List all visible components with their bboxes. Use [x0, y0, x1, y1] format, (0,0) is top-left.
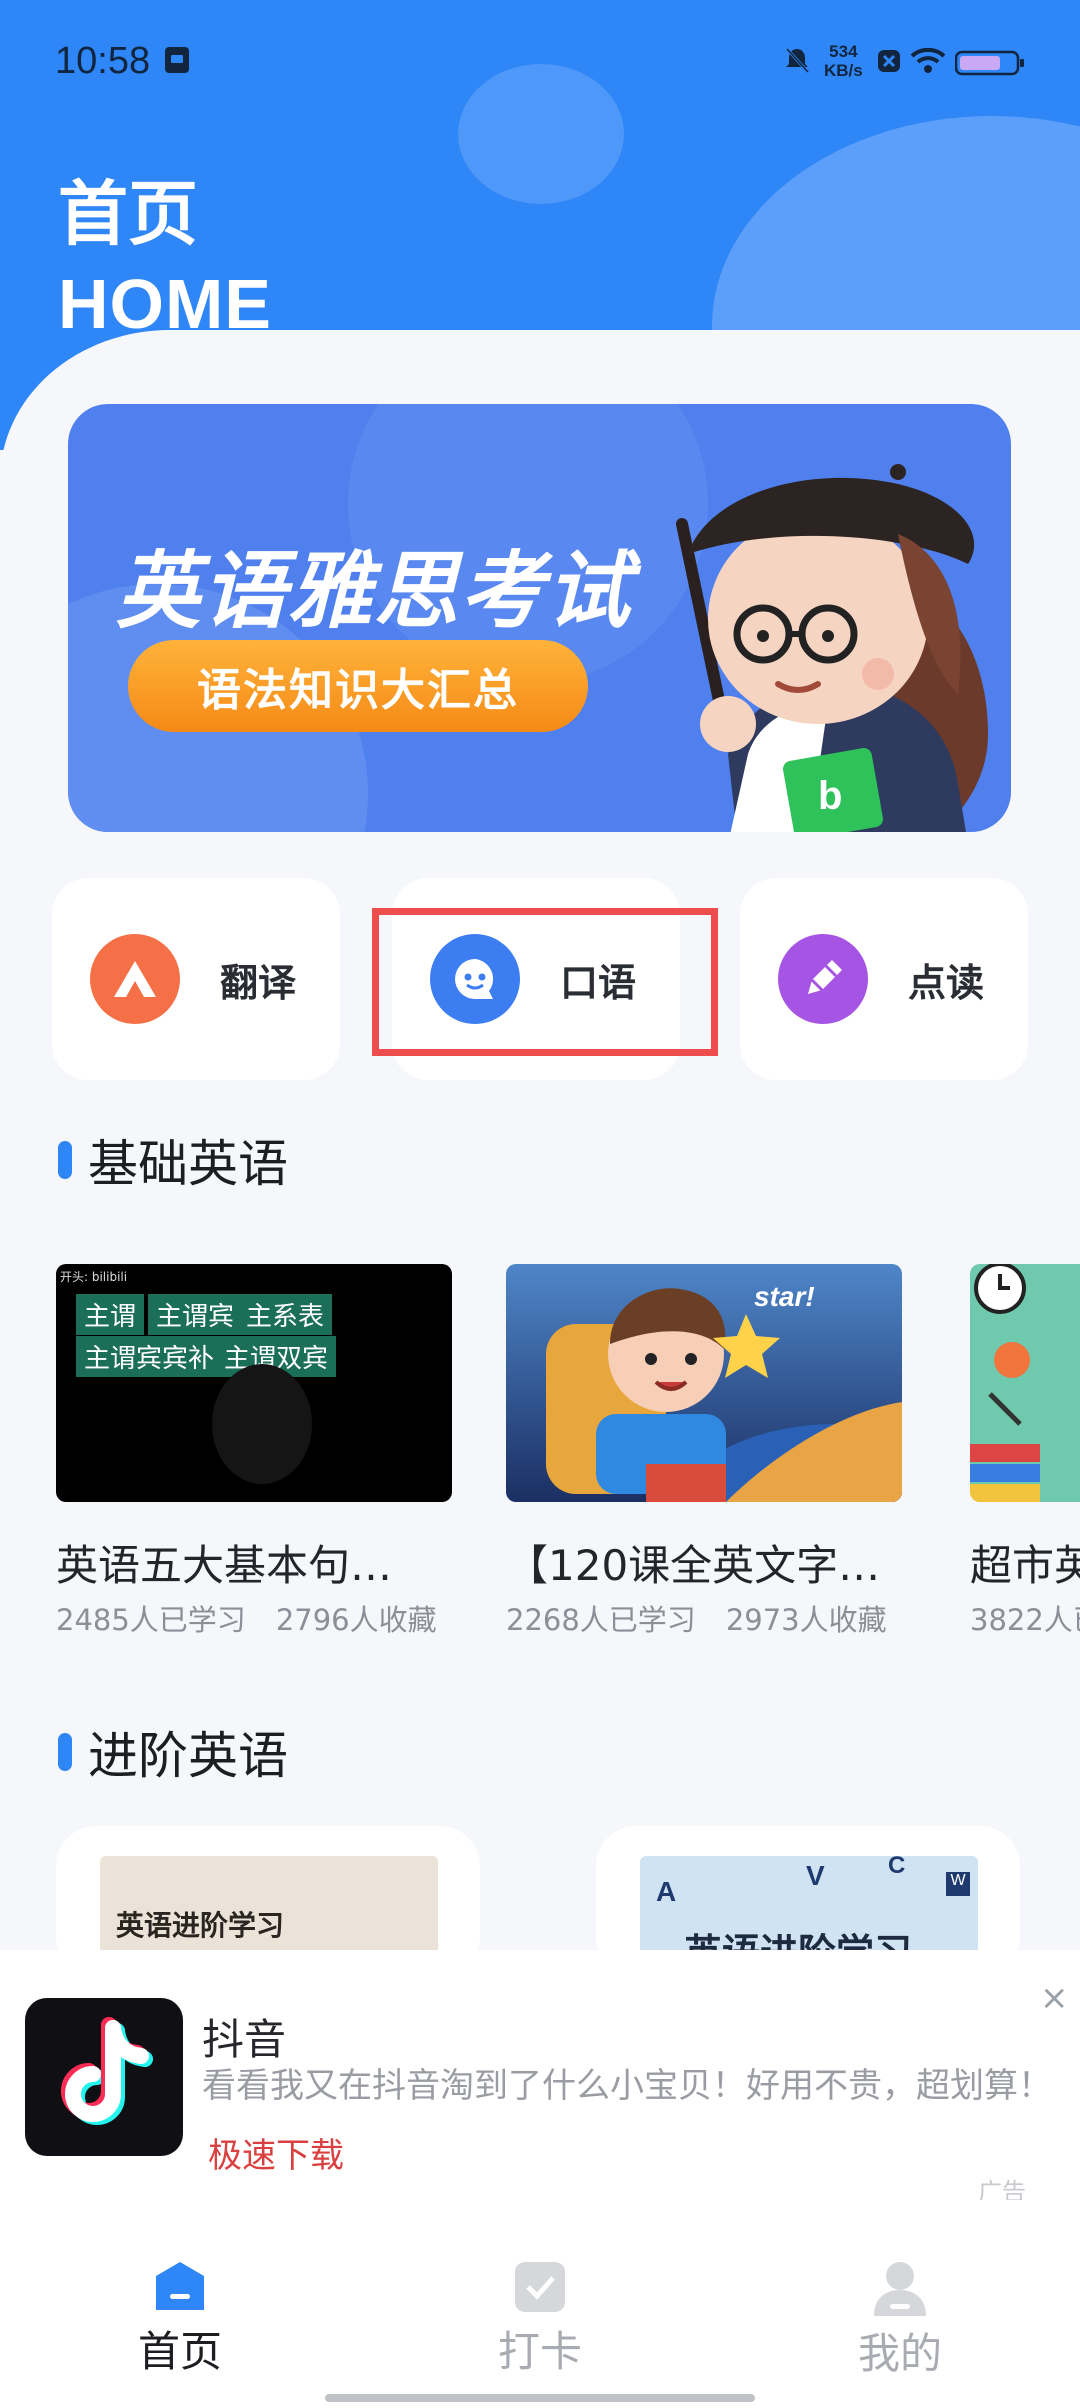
thumb-tag: 主系表 — [238, 1294, 333, 1335]
bottom-tab-bar: 首页 打卡 我的 — [0, 2200, 1080, 2408]
net-speed-value: 534 — [829, 42, 858, 61]
letter-decor: W — [946, 1872, 970, 1896]
net-speed: 534 KB/s — [824, 42, 863, 80]
banner-title: 英语雅思考试 — [116, 542, 633, 640]
translate-icon — [90, 934, 180, 1024]
quick-action-label: 翻译 — [220, 961, 297, 1005]
gesture-home-bar[interactable] — [325, 2394, 755, 2402]
course-learners: 2485人已学习 — [56, 1603, 246, 1637]
thumb-figure — [212, 1364, 312, 1484]
teacher-mascot-image: b — [676, 464, 988, 832]
section-basic-english-header: 基础英语 — [58, 1124, 288, 1196]
course-favorites: 2973人收藏 — [725, 1603, 887, 1637]
thumb-header-text: 开头: bilibili — [60, 1270, 128, 1284]
quick-action-translate[interactable]: 翻译 — [52, 878, 340, 1080]
profile-icon — [874, 2262, 926, 2316]
letter-decor: C — [888, 1856, 906, 1879]
status-time: 10:58 — [55, 40, 151, 82]
section-advanced-english-header: 进阶英语 — [58, 1716, 288, 1788]
thumb-tag: 主谓宾宾补 — [76, 1336, 223, 1377]
quick-action-label: 点读 — [908, 961, 985, 1005]
banner-button[interactable]: 语法知识大汇总 — [128, 640, 588, 732]
quick-action-read[interactable]: 点读 — [740, 878, 1028, 1080]
page-subtitle: HOME — [58, 265, 272, 343]
tab-label: 我的 — [857, 2329, 942, 2378]
course-card[interactable]: 超市英 3822人已学习 — [970, 1264, 1080, 1639]
course-thumbnail: star! — [506, 1264, 902, 1502]
sim-card-icon — [162, 44, 192, 76]
course-learners: 3822人已学习 — [970, 1603, 1080, 1637]
tab-label: 打卡 — [497, 2327, 582, 2376]
net-speed-unit: KB/s — [824, 61, 863, 80]
page-title: 首页 — [58, 173, 198, 255]
course-meta: 3822人已学习 — [970, 1597, 1080, 1639]
letter-decor: V — [806, 1860, 825, 1891]
tab-label: 首页 — [137, 2327, 222, 2376]
letter-decor: A — [656, 1876, 677, 1907]
douyin-logo-icon — [25, 1998, 183, 2156]
course-learners: 2268人已学习 — [506, 1603, 696, 1637]
course-card[interactable]: star! 【120课全英文字… 2268人已学习 2973人收藏 — [506, 1264, 902, 1639]
section-accent-bar — [58, 1733, 72, 1771]
ad-description: 看看我又在抖音淘到了什么小宝贝！好用不贵，超划算！ — [202, 2066, 1052, 2106]
checkin-icon — [515, 2262, 565, 2312]
course-thumbnail — [970, 1264, 1080, 1502]
thumb-caption: star! — [754, 1281, 815, 1312]
mute-bell-icon — [782, 44, 812, 76]
close-badge-icon — [876, 48, 902, 74]
cartoon-boy-image: star! — [506, 1264, 902, 1502]
svg-text:b: b — [818, 774, 842, 818]
pencil-icon — [778, 934, 868, 1024]
section-title: 进阶英语 — [88, 1727, 288, 1785]
course-title: 【120课全英文字… — [506, 1541, 881, 1590]
home-icon — [156, 2262, 204, 2310]
tab-home[interactable]: 首页 — [80, 2260, 280, 2379]
status-bar: 10:58 534 KB/s — [0, 0, 1080, 120]
advanced-card-label: 英语进阶学习 — [116, 1909, 285, 1942]
clock-lamp-image — [970, 1264, 1040, 1502]
battery-icon — [955, 50, 1025, 76]
course-title: 超市英 — [970, 1541, 1080, 1590]
course-favorites: 2796人收藏 — [275, 1603, 437, 1637]
ad-banner[interactable]: 抖音 看看我又在抖音淘到了什么小宝贝！好用不贵，超划算！ 极速下载 × 广告 — [0, 1950, 1080, 2206]
tab-checkin[interactable]: 打卡 — [440, 2260, 640, 2379]
course-meta: 2268人已学习 2973人收藏 — [506, 1597, 902, 1639]
course-meta: 2485人已学习 2796人收藏 — [56, 1597, 452, 1639]
section-accent-bar — [58, 1141, 72, 1179]
wifi-icon — [910, 46, 946, 76]
course-card[interactable]: 开头: bilibili 主谓 主谓宾 主系表 主谓宾宾补 主谓双宾 英语五大基… — [56, 1264, 452, 1639]
section-title: 基础英语 — [88, 1135, 288, 1193]
ad-download-link[interactable]: 极速下载 — [208, 2128, 344, 2177]
ad-close-button[interactable]: × — [1040, 1978, 1069, 2018]
tab-profile[interactable]: 我的 — [800, 2260, 1000, 2381]
selection-highlight-box — [372, 908, 718, 1056]
promo-banner[interactable]: 英语雅思考试 语法知识大汇总 b — [68, 404, 1011, 832]
course-title: 英语五大基本句… — [56, 1541, 393, 1590]
course-thumbnail: 开头: bilibili 主谓 主谓宾 主系表 主谓宾宾补 主谓双宾 — [56, 1264, 452, 1502]
thumb-tag: 主谓 — [76, 1294, 145, 1335]
thumb-tag: 主谓宾 — [148, 1294, 243, 1335]
